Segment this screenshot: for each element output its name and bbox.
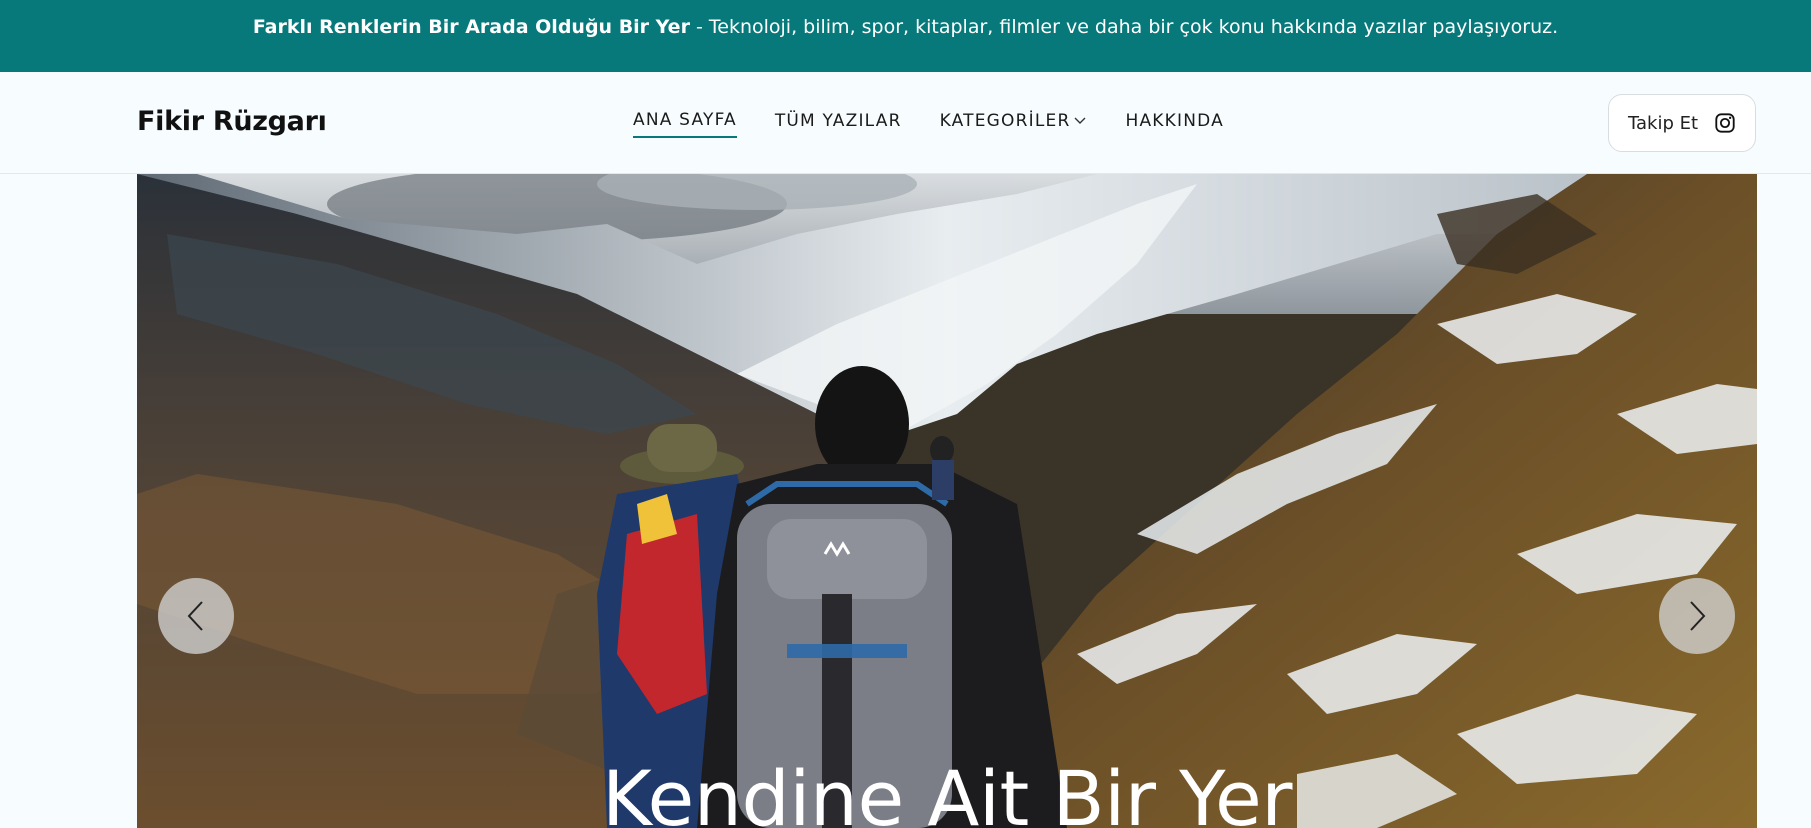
nav-item-label: KATEGORİLER [939,111,1071,131]
instagram-icon [1715,113,1735,133]
announcement-text: - Teknoloji, bilim, spor, kitaplar, film… [689,16,1559,38]
nav-item-label: TÜM YAZILAR [774,111,902,131]
announcement-title: Farklı Renklerin Bir Arada Olduğu Bir Ye… [252,16,690,38]
mountain-hikers-photo [137,174,1757,828]
main-nav: ANA SAYFA TÜM YAZILAR KATEGORİLER HAKKIN… [633,110,1224,138]
nav-item-home[interactable]: ANA SAYFA [633,110,737,138]
slider-next-button[interactable] [1659,578,1735,654]
nav-item-label: HAKKINDA [1125,111,1224,131]
follow-label: Takip Et [1627,112,1699,134]
site-logo[interactable]: Fikir Rüzgarı [137,106,327,137]
site-header: Fikir Rüzgarı ANA SAYFA TÜM YAZILAR KATE… [0,72,1811,174]
hero-title: Kendine Ait Bir Yer [602,754,1292,828]
slider-prev-button[interactable] [158,578,234,654]
nav-item-categories[interactable]: KATEGORİLER [940,110,1088,138]
nav-item-label: ANA SAYFA [633,110,737,130]
nav-item-all-posts[interactable]: TÜM YAZILAR [775,110,902,138]
chevron-right-icon [1690,601,1706,631]
follow-button[interactable]: Takip Et [1608,94,1756,152]
announcement-bar: Farklı Renklerin Bir Arada Olduğu Bir Ye… [0,0,1811,72]
nav-item-about[interactable]: HAKKINDA [1125,110,1223,138]
chevron-left-icon [187,601,203,631]
chevron-down-icon [1074,117,1086,124]
hero-slider: Kendine Ait Bir Yer [137,174,1757,828]
